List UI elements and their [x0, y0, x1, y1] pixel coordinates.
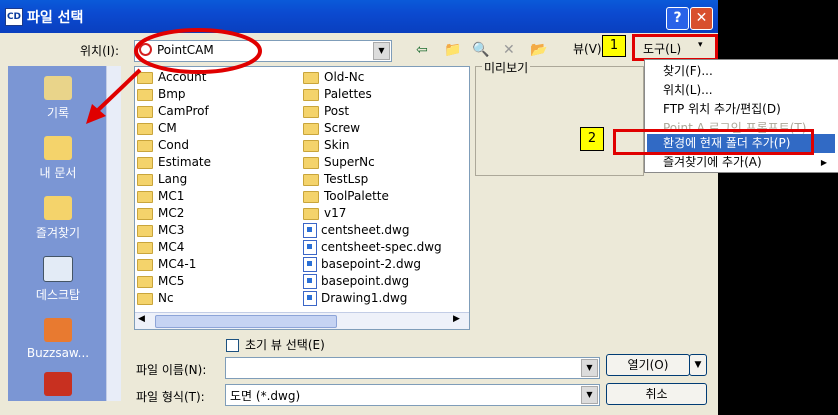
annotation-layer [86, 28, 262, 124]
location-ellipse [134, 28, 262, 74]
annotation-arrow [94, 68, 142, 114]
